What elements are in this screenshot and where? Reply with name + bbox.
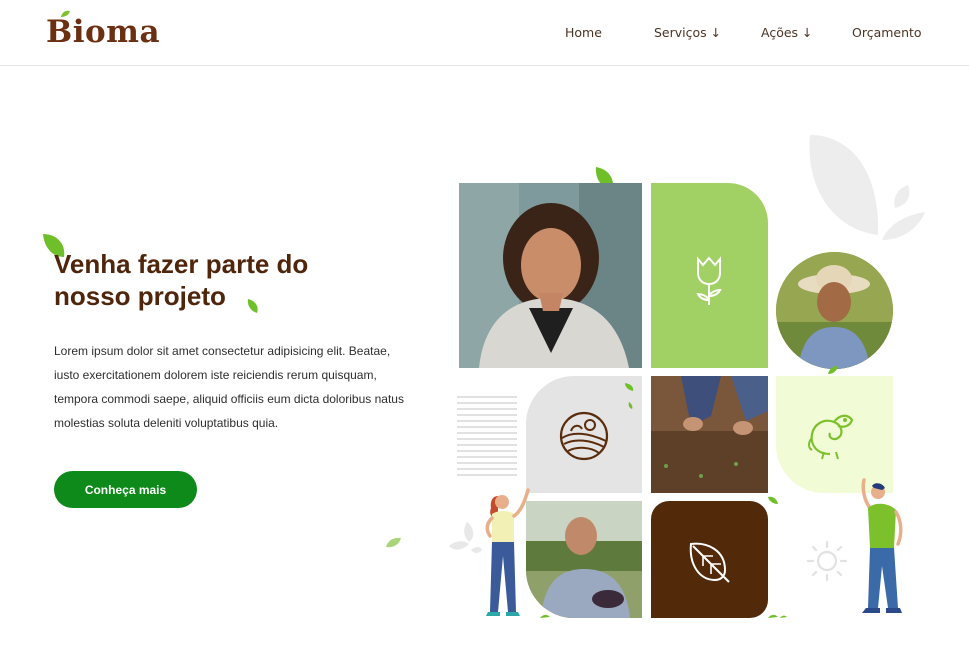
farmland-globe-icon xyxy=(559,411,609,461)
brand-logo[interactable]: Bioma xyxy=(46,10,161,52)
leaf-decoration-icon xyxy=(625,383,634,409)
leaf-decoration-icon xyxy=(768,614,787,618)
portrait-photo-woman xyxy=(459,183,642,368)
leaf-icon xyxy=(689,542,730,583)
logo-leaf-icon xyxy=(61,10,70,17)
brand-name: Bioma xyxy=(46,14,161,50)
hero-title: Venha fazer parte do nosso projeto xyxy=(54,248,394,312)
site-header: Bioma Home Serviços ↓ Ações ↓ Orçamento xyxy=(0,0,969,66)
photo-man-vineyard xyxy=(526,501,642,618)
hero-description: Lorem ipsum dolor sit amet consectetur a… xyxy=(54,344,404,430)
hero-title-line-1: Venha fazer parte do xyxy=(54,249,309,279)
photo-hands-soil xyxy=(651,376,768,493)
nav-servicos[interactable]: Serviços ↓ xyxy=(654,25,721,40)
portrait-woman-illustration xyxy=(459,183,642,368)
nav-acoes[interactable]: Ações ↓ xyxy=(761,25,813,40)
chameleon-icon xyxy=(808,414,854,460)
striped-lines-decoration xyxy=(457,396,517,476)
man-vineyard-illustration xyxy=(526,501,642,618)
leaf-decoration-icon xyxy=(540,614,550,618)
leaf-decoration-icon xyxy=(828,366,838,374)
conheca-mais-button[interactable]: Conheça mais xyxy=(54,471,197,508)
man-character-illustration xyxy=(861,478,903,613)
leaf-decoration-icon xyxy=(768,496,778,504)
hands-soil-illustration xyxy=(651,376,768,493)
nav-home[interactable]: Home xyxy=(565,25,602,40)
tile-leaf xyxy=(651,501,768,618)
woman-character-illustration xyxy=(485,488,530,616)
sun-icon xyxy=(806,540,848,582)
nav-orcamento[interactable]: Orçamento xyxy=(852,25,922,40)
tile-tulip xyxy=(651,183,768,368)
decorative-leaves-icon xyxy=(809,135,925,240)
leaf-decoration-icon xyxy=(386,537,401,548)
tile-chameleon xyxy=(776,376,893,493)
girl-illustration xyxy=(776,252,893,369)
hero-title-line-2: nosso projeto xyxy=(54,281,226,311)
tulip-icon xyxy=(696,256,722,305)
photo-girl-with-hat xyxy=(776,252,893,369)
